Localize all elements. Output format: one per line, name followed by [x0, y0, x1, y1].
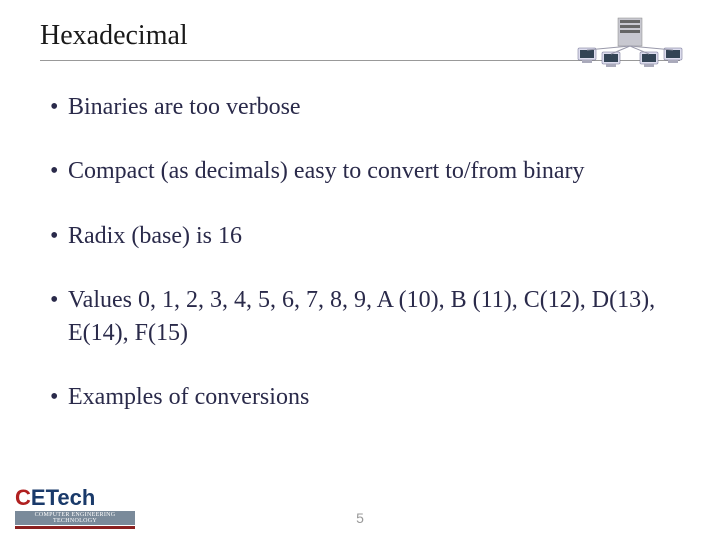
bullet-item: Compact (as decimals) easy to convert to… [50, 155, 680, 187]
bullet-item: Binaries are too verbose [50, 91, 680, 123]
logo-bar [15, 526, 135, 529]
logo-subtitle: COMPUTER ENGINEERING TECHNOLOGY [15, 511, 135, 525]
slide: Hexadecimal Binaries are too verbose Com… [0, 0, 720, 540]
logo-text: CETech [15, 485, 145, 511]
cetech-logo: CETech COMPUTER ENGINEERING TECHNOLOGY [15, 485, 145, 530]
bullet-item: Examples of conversions [50, 381, 680, 413]
corner-decorative-image [570, 10, 690, 70]
page-number: 5 [356, 510, 364, 526]
bullet-list: Binaries are too verbose Compact (as dec… [40, 91, 680, 413]
logo-letter-c: C [15, 485, 31, 510]
bullet-item: Values 0, 1, 2, 3, 4, 5, 6, 7, 8, 9, A (… [50, 284, 680, 349]
logo-rest: ETech [31, 485, 95, 510]
bullet-item: Radix (base) is 16 [50, 220, 680, 252]
